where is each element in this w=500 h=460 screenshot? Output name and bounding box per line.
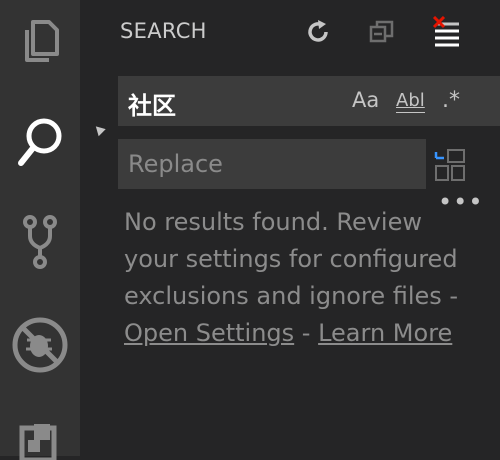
whole-word-toggle[interactable]: Abl — [396, 90, 425, 113]
link-separator: - — [294, 319, 319, 347]
match-case-toggle[interactable]: Aa — [352, 88, 379, 112]
clear-results-icon[interactable] — [428, 14, 464, 50]
search-icon[interactable] — [0, 116, 80, 170]
search-panel: SEARCH 社区 Aa Abl .* Replace ••• No resul… — [80, 0, 500, 456]
search-input-value[interactable]: 社区 — [128, 86, 176, 121]
collapse-all-icon[interactable] — [364, 14, 400, 50]
replace-input[interactable] — [118, 139, 438, 189]
debug-icon[interactable] — [0, 316, 80, 374]
replace-all-icon[interactable] — [432, 148, 468, 184]
toggle-replace-chevron-icon[interactable] — [92, 122, 106, 137]
source-control-icon[interactable] — [0, 214, 80, 270]
activity-bar — [0, 0, 80, 460]
files-icon[interactable] — [0, 18, 80, 64]
extensions-icon[interactable] — [0, 420, 80, 460]
no-results-message: No results found. Review your settings f… — [124, 204, 464, 352]
no-results-text: No results found. Review your settings f… — [124, 208, 459, 310]
search-input[interactable]: 社区 Aa Abl .* — [118, 76, 500, 126]
regex-toggle[interactable]: .* — [442, 88, 460, 113]
panel-title: SEARCH — [120, 19, 207, 43]
open-settings-link[interactable]: Open Settings — [124, 319, 294, 347]
refresh-icon[interactable] — [300, 14, 336, 50]
replace-field — [118, 139, 438, 189]
learn-more-link[interactable]: Learn More — [318, 319, 452, 347]
